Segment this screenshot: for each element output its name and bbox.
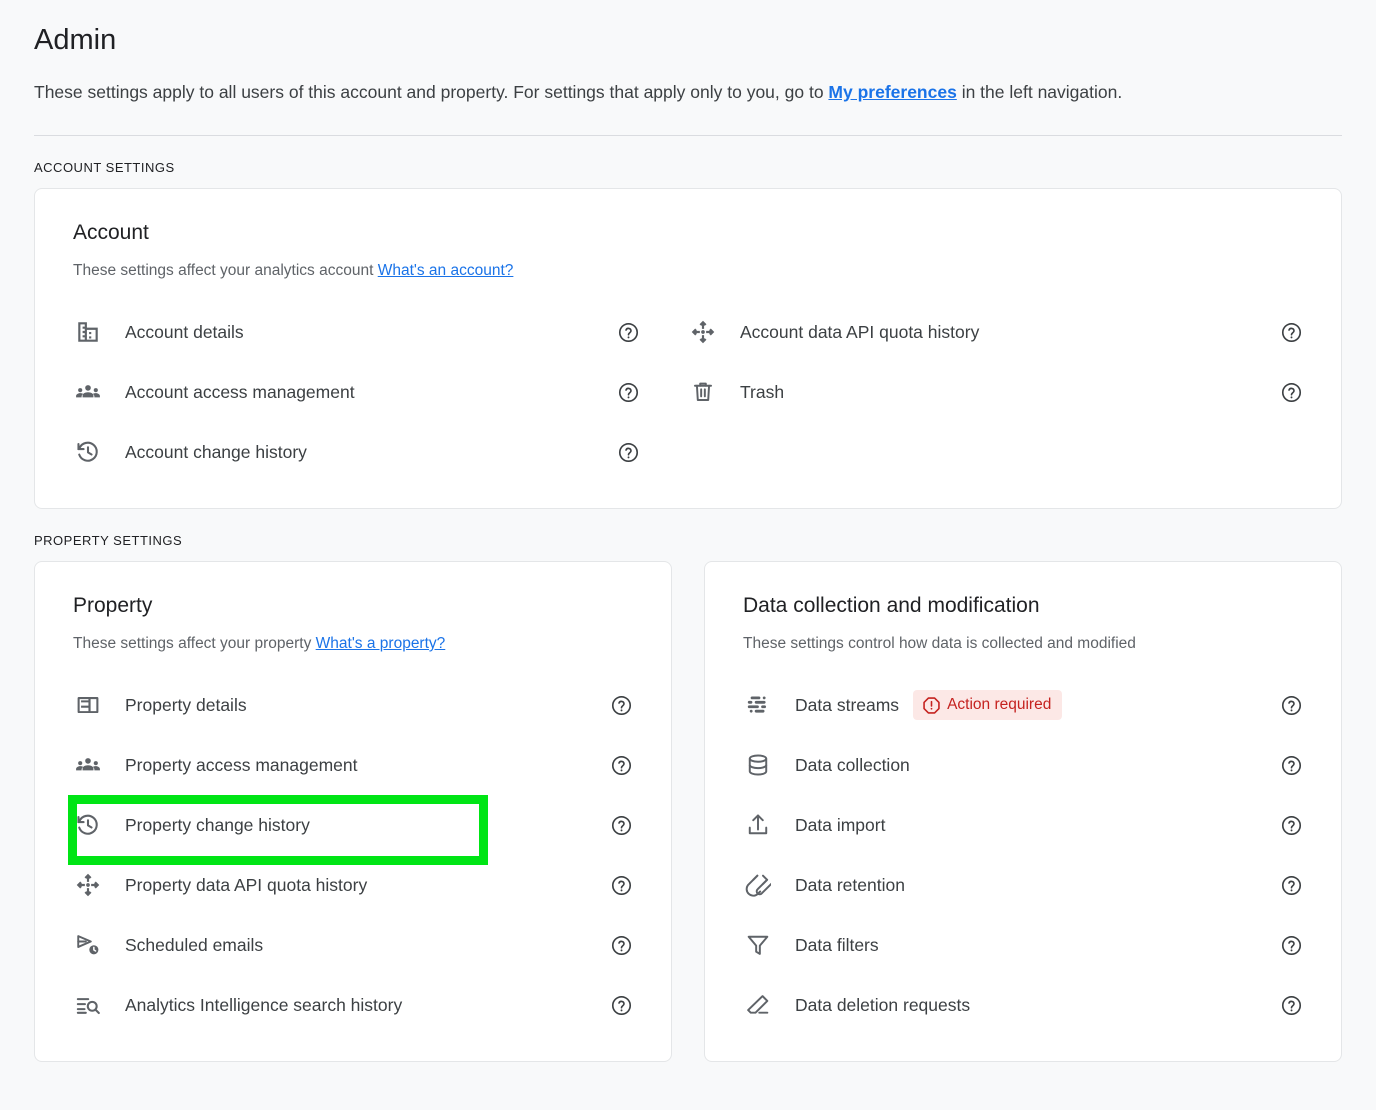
funnel-icon (743, 930, 773, 960)
scheduled-send-icon (73, 930, 103, 960)
settings-row-label: Analytics Intelligence search history (125, 994, 403, 1015)
whats-an-account-link[interactable]: What's an account? (378, 262, 514, 279)
settings-row-label: Property change history (125, 814, 310, 835)
page-subtitle: These settings apply to all users of thi… (34, 80, 1342, 104)
help-icon[interactable] (616, 440, 640, 464)
settings-row-label: Account change history (125, 441, 307, 462)
help-icon[interactable] (1279, 320, 1303, 344)
people-icon (73, 750, 103, 780)
quota-diamond-icon (73, 870, 103, 900)
settings-row[interactable]: Data deletion requests (743, 975, 1303, 1035)
data-streams-icon (743, 690, 773, 720)
settings-row[interactable]: Data streams Action required (743, 675, 1303, 735)
upload-icon (743, 810, 773, 840)
settings-row-label: Data streams (795, 694, 900, 715)
settings-row-label: Data deletion requests (795, 994, 971, 1015)
settings-row[interactable]: Analytics Intelligence search history (73, 975, 633, 1035)
help-icon[interactable] (616, 380, 640, 404)
data-collection-card: Data collection and modification These s… (704, 561, 1342, 1062)
settings-row[interactable]: Account data API quota history (688, 302, 1303, 362)
page-title: Admin (34, 24, 117, 56)
help-icon[interactable] (1279, 753, 1303, 777)
settings-row-label: Property data API quota history (125, 874, 368, 895)
settings-row-label: Property access management (125, 754, 358, 775)
account-card-description-text: These settings affect your analytics acc… (73, 262, 378, 279)
account-card-title: Account (73, 221, 149, 244)
help-icon[interactable] (609, 753, 633, 777)
property-settings-label: PROPERTY SETTINGS (34, 533, 183, 548)
building-icon (73, 317, 103, 347)
data-collection-card-title: Data collection and modification (743, 594, 1040, 617)
settings-row-label: Data import (795, 814, 886, 835)
settings-row[interactable]: Data retention (743, 855, 1303, 915)
account-settings-list: Account details Account access management… (73, 302, 1303, 482)
settings-row[interactable]: Data collection (743, 735, 1303, 795)
settings-row[interactable]: Scheduled emails (73, 915, 633, 975)
help-icon[interactable] (1279, 993, 1303, 1017)
account-card-description: These settings affect your analytics acc… (73, 260, 1303, 282)
data-collection-list: Data streams Action required Data collecti… (743, 675, 1303, 1035)
account-list-left-column: Account details Account access management… (73, 302, 688, 482)
settings-row[interactable]: Property data API quota history (73, 855, 633, 915)
settings-row[interactable]: Property details (73, 675, 633, 735)
quota-diamond-icon (688, 317, 718, 347)
settings-row-label: Scheduled emails (125, 934, 264, 955)
settings-row-label: Data filters (795, 934, 879, 955)
account-list-right-column: Account data API quota history Trash (688, 302, 1303, 482)
settings-row-label: Data retention (795, 874, 905, 895)
help-icon[interactable] (1279, 813, 1303, 837)
help-icon[interactable] (609, 693, 633, 717)
people-icon (73, 377, 103, 407)
property-settings-list: Property details Property access manageme… (68, 675, 633, 1035)
settings-row-label: Property details (125, 694, 247, 715)
status-badge: Action required (913, 690, 1063, 720)
property-card-title: Property (73, 594, 153, 617)
history-icon (73, 437, 103, 467)
search-history-icon (73, 990, 103, 1020)
settings-row[interactable]: Account access management (73, 362, 688, 422)
settings-row-label: Account access management (125, 381, 355, 402)
database-icon (743, 750, 773, 780)
eraser-icon (743, 990, 773, 1020)
help-icon[interactable] (609, 993, 633, 1017)
my-preferences-link[interactable]: My preferences (828, 82, 956, 102)
settings-row[interactable]: Trash (688, 362, 1303, 422)
data-collection-card-description: These settings control how data is colle… (743, 635, 1136, 652)
settings-row[interactable]: Property change history (68, 795, 633, 865)
help-icon[interactable] (616, 320, 640, 344)
account-settings-label: ACCOUNT SETTINGS (34, 160, 175, 175)
help-icon[interactable] (609, 933, 633, 957)
header-divider (34, 135, 1342, 136)
settings-row-label: Account data API quota history (740, 321, 980, 342)
page-subtitle-text-after: in the left navigation. (956, 82, 1123, 102)
history-icon (73, 810, 103, 840)
help-icon[interactable] (1279, 380, 1303, 404)
page-subtitle-text-before: These settings apply to all users of thi… (34, 82, 829, 102)
help-icon[interactable] (1279, 693, 1303, 717)
whats-a-property-link[interactable]: What's a property? (316, 635, 446, 652)
settings-row-label: Data collection (795, 754, 910, 775)
settings-row[interactable]: Property access management (73, 735, 633, 795)
property-cards-row: Property These settings affect your prop… (34, 561, 1342, 1062)
property-card-description-text: These settings affect your property (73, 635, 316, 652)
settings-row[interactable]: Account details (73, 302, 688, 362)
trash-icon (688, 377, 718, 407)
settings-row[interactable]: Data filters (743, 915, 1303, 975)
admin-page: Admin These settings apply to all users … (0, 0, 1376, 1110)
property-card: Property These settings affect your prop… (34, 561, 672, 1062)
property-details-icon (73, 690, 103, 720)
account-card: Account These settings affect your analy… (34, 188, 1342, 509)
help-icon[interactable] (1279, 933, 1303, 957)
property-card-description: These settings affect your property What… (73, 633, 633, 655)
settings-row-label: Account details (125, 321, 244, 342)
magnet-icon (743, 870, 773, 900)
help-icon[interactable] (609, 873, 633, 897)
status-badge-label: Action required (947, 696, 1052, 713)
warning-octagon-icon (922, 696, 941, 715)
settings-row-label: Trash (740, 381, 785, 402)
help-icon[interactable] (1279, 873, 1303, 897)
settings-row[interactable]: Data import (743, 795, 1303, 855)
help-icon[interactable] (609, 813, 633, 837)
settings-row[interactable]: Account change history (73, 422, 688, 482)
